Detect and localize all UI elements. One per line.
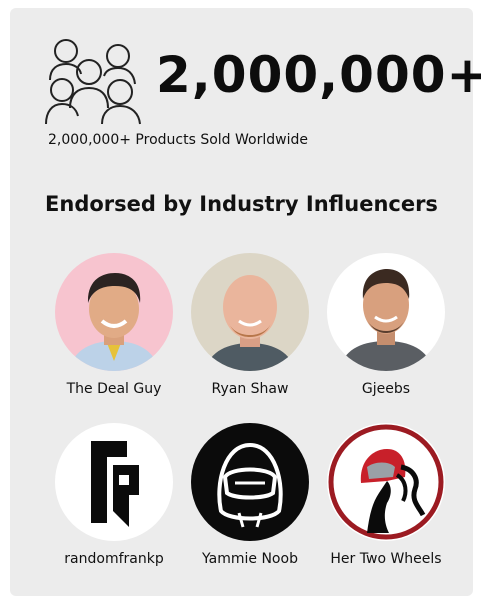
people-group-icon xyxy=(45,39,141,125)
helmet-logo-icon xyxy=(191,423,309,541)
avatar xyxy=(55,253,173,371)
rider-helmet-logo-icon xyxy=(327,423,445,541)
avatar-photo-icon xyxy=(55,253,173,371)
influencer-gjeebs[interactable]: Gjeebs xyxy=(311,253,461,397)
influencer-name: Gjeebs xyxy=(361,381,411,397)
influencer-yammie-noob[interactable]: Yammie Noob xyxy=(175,423,325,567)
influencer-her-two-wheels[interactable]: Her Two Wheels xyxy=(311,423,461,567)
stats-card: 2,000,000+ 2,000,000+ Products Sold Worl… xyxy=(10,8,481,596)
avatar xyxy=(327,253,445,371)
influencer-name: Yammie Noob xyxy=(202,551,298,567)
influencer-ryan-shaw[interactable]: Ryan Shaw xyxy=(175,253,325,397)
randomfrankp-logo-icon xyxy=(55,423,173,541)
influencer-the-deal-guy[interactable]: The Deal Guy xyxy=(39,253,189,397)
avatar-photo-icon xyxy=(327,253,445,371)
influencer-name: randomfrankp xyxy=(64,551,164,567)
influencer-name: Ryan Shaw xyxy=(211,381,289,397)
products-sold-caption: 2,000,000+ Products Sold Worldwide xyxy=(48,132,308,148)
avatar-photo-icon xyxy=(191,253,309,371)
influencer-name: Her Two Wheels xyxy=(330,551,442,567)
avatar xyxy=(191,253,309,371)
avatar xyxy=(55,423,173,541)
influencer-name: The Deal Guy xyxy=(66,381,162,397)
avatar xyxy=(191,423,309,541)
avatar xyxy=(327,423,445,541)
endorsements-heading: Endorsed by Industry Influencers xyxy=(45,192,438,216)
products-sold-number: 2,000,000+ xyxy=(156,46,481,104)
influencer-randomfrankp[interactable]: randomfrankp xyxy=(39,423,189,567)
